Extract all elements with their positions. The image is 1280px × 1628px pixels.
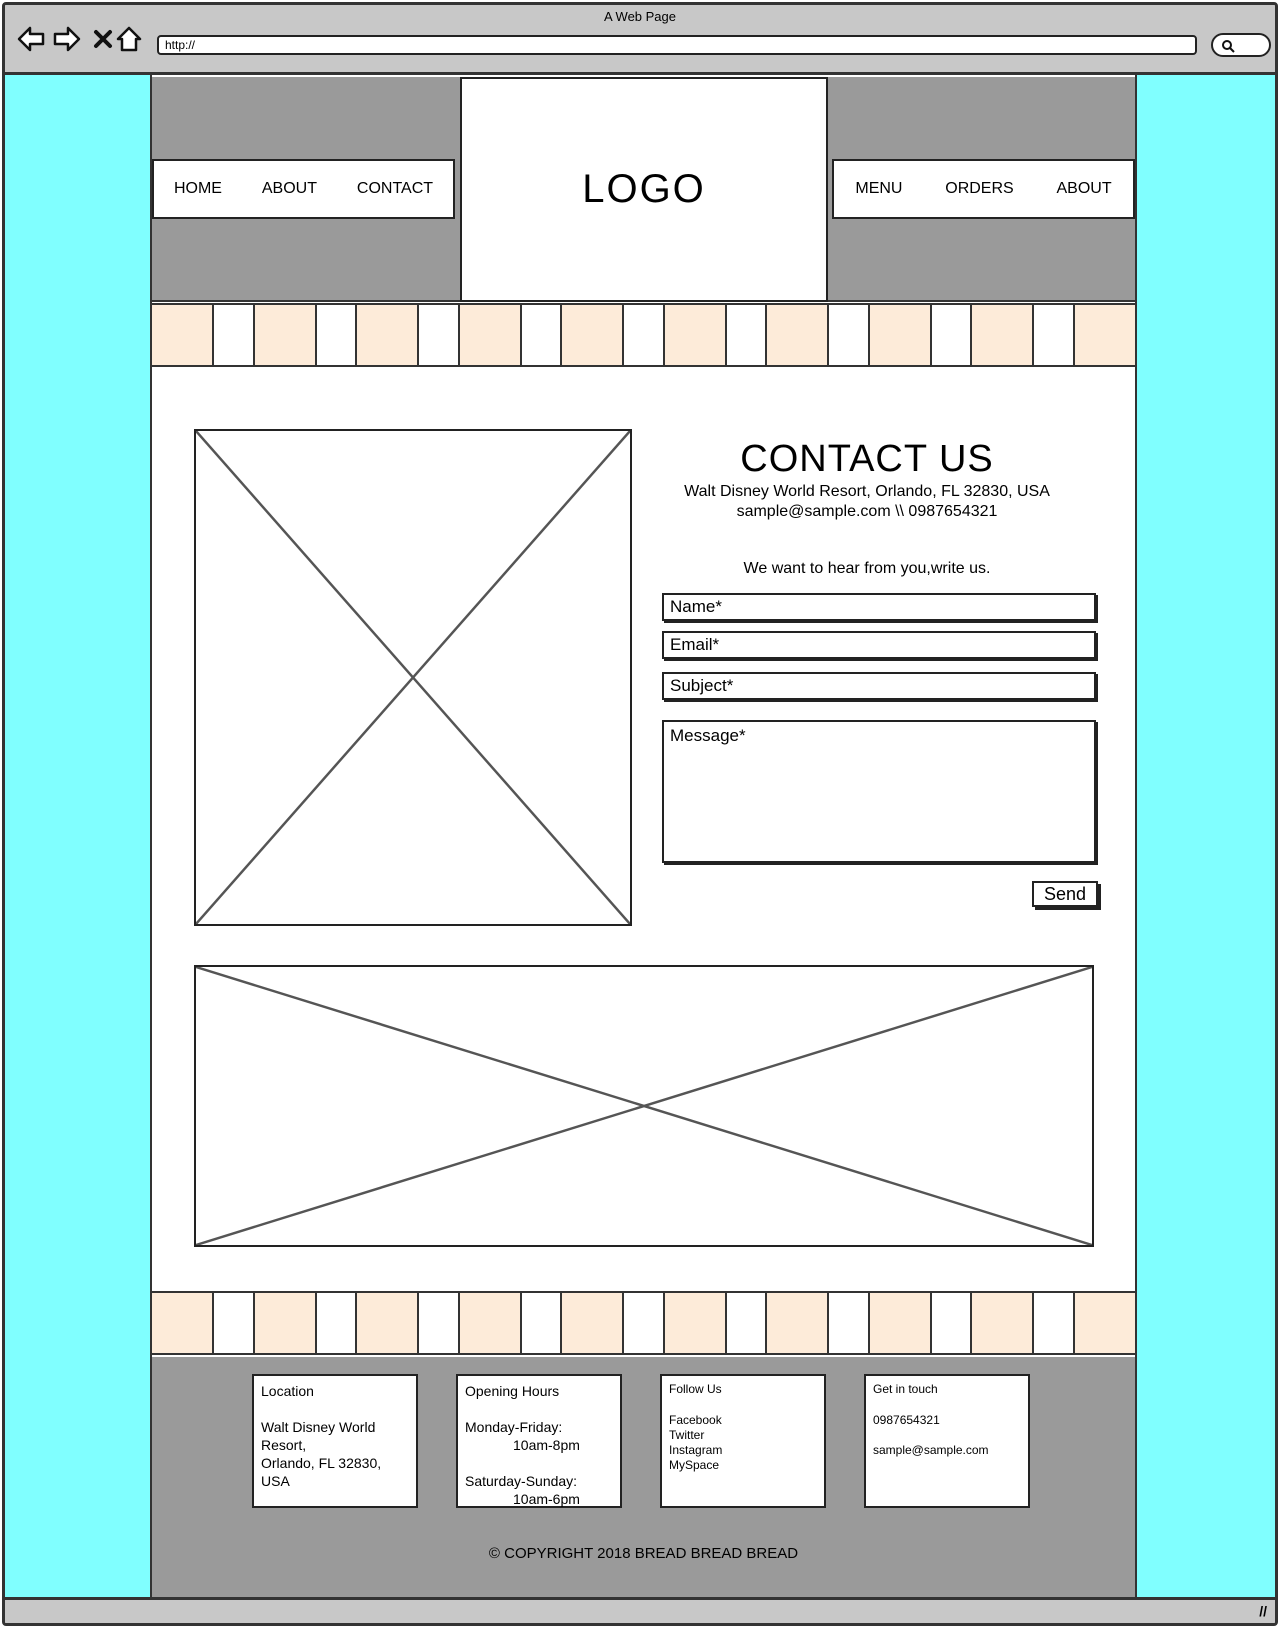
footer-touch-card: Get in touch 0987654321 sample@sample.co… <box>864 1374 1030 1508</box>
social-link-twitter[interactable]: Twitter <box>669 1428 817 1443</box>
browser-window: A Web Page http:// HOME ABOUT CONTACT LO… <box>2 2 1278 1626</box>
footer-location-line: USA <box>261 1473 290 1489</box>
page-viewport: HOME ABOUT CONTACT LOGO MENU ORDERS ABOU… <box>5 75 1275 1603</box>
resize-grip-icon[interactable]: // <box>1259 1603 1267 1619</box>
browser-search-box[interactable] <box>1211 33 1271 57</box>
footer-location-line: Resort, <box>261 1437 307 1453</box>
nav-link-about[interactable]: ABOUT <box>262 180 317 198</box>
subject-field[interactable] <box>662 672 1096 700</box>
nav-link-menu[interactable]: MENU <box>855 180 902 198</box>
send-button[interactable]: Send <box>1032 881 1098 907</box>
footer-hours-card: Opening Hours Monday-Friday: 10am-8pm Sa… <box>456 1374 622 1508</box>
footer-follow-heading: Follow Us <box>669 1382 722 1396</box>
browser-status-bar: // <box>5 1597 1275 1623</box>
back-arrow-icon[interactable] <box>15 23 47 55</box>
footer-follow-card: Follow Us Facebook Twitter Instagram MyS… <box>660 1374 826 1508</box>
nav-left: HOME ABOUT CONTACT <box>152 159 455 219</box>
home-icon[interactable] <box>113 23 145 55</box>
nav-link-home[interactable]: HOME <box>174 180 222 198</box>
footer-touch-heading: Get in touch <box>873 1382 938 1396</box>
site-footer: Location Walt Disney World Resort, Orlan… <box>152 1357 1135 1603</box>
social-link-myspace[interactable]: MySpace <box>669 1458 817 1473</box>
url-bar[interactable]: http:// <box>157 35 1197 55</box>
browser-title: A Web Page <box>603 9 677 24</box>
name-field[interactable] <box>662 593 1096 621</box>
weekend-hours: 10am-6pm <box>513 1491 580 1507</box>
footer-location-line: Orlando, FL 32830, <box>261 1455 382 1471</box>
site-header: HOME ABOUT CONTACT LOGO MENU ORDERS ABOU… <box>152 77 1135 302</box>
social-link-instagram[interactable]: Instagram <box>669 1443 817 1458</box>
weekday-label: Monday-Friday: <box>465 1419 563 1435</box>
footer-location-heading: Location <box>261 1383 314 1399</box>
decorative-stripe-bottom <box>152 1291 1135 1355</box>
footer-location-line: Walt Disney World <box>261 1419 376 1435</box>
footer-hours-heading: Opening Hours <box>465 1383 560 1399</box>
nav-link-orders[interactable]: ORDERS <box>945 180 1013 198</box>
contact-address: Walt Disney World Resort, Orlando, FL 32… <box>684 483 1050 500</box>
message-field[interactable] <box>662 720 1096 863</box>
browser-toolbar: A Web Page http:// <box>5 5 1275 75</box>
copyright-text: © COPYRIGHT 2018 BREAD BREAD BREAD <box>488 1545 799 1562</box>
contact-email-phone: sample@sample.com \\ 0987654321 <box>736 503 998 520</box>
email-field[interactable] <box>662 631 1096 659</box>
nav-link-contact[interactable]: CONTACT <box>357 180 433 198</box>
contact-intro: We want to hear from you,write us. <box>743 560 991 577</box>
forward-arrow-icon[interactable] <box>51 23 83 55</box>
weekday-hours: 10am-8pm <box>513 1437 580 1453</box>
nav-link-about-right[interactable]: ABOUT <box>1056 180 1111 198</box>
weekend-label: Saturday-Sunday: <box>465 1473 578 1489</box>
image-placeholder-contact <box>194 429 632 926</box>
footer-location-card: Location Walt Disney World Resort, Orlan… <box>252 1374 418 1508</box>
social-link-facebook[interactable]: Facebook <box>669 1413 817 1428</box>
page-container: HOME ABOUT CONTACT LOGO MENU ORDERS ABOU… <box>150 75 1137 1603</box>
footer-phone[interactable]: 0987654321 <box>873 1413 1021 1428</box>
image-placeholder-map <box>194 965 1094 1247</box>
nav-right: MENU ORDERS ABOUT <box>832 159 1135 219</box>
footer-email[interactable]: sample@sample.com <box>873 1443 1021 1458</box>
site-logo[interactable]: LOGO <box>460 77 828 302</box>
decorative-stripe-top <box>152 303 1135 367</box>
contact-title: CONTACT US <box>740 438 994 480</box>
